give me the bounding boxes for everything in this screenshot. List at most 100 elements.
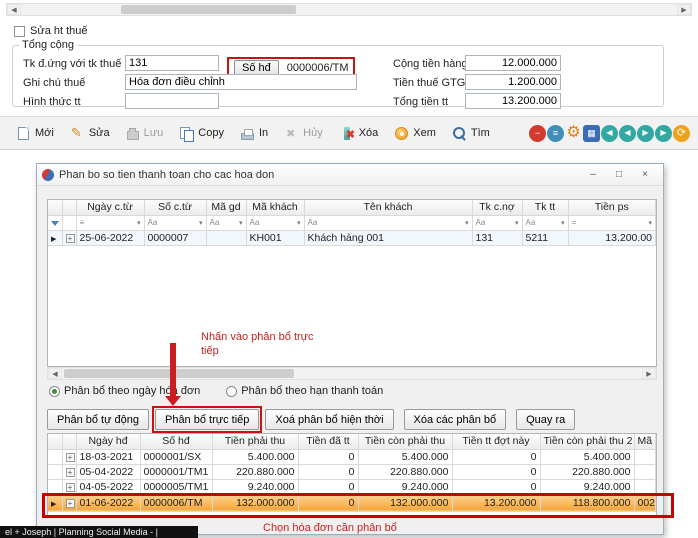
cell-ma-gd[interactable] — [206, 230, 246, 245]
grid1-col-tk-cno[interactable]: Tk c.nợ — [472, 200, 522, 215]
cell-tien-da-tt[interactable]: 0 — [298, 479, 358, 494]
grid1-col-ngay-ctu[interactable]: Ngày c.từ — [76, 200, 144, 215]
nav-first-icon[interactable]: ◀ — [601, 125, 618, 142]
scroll-right-icon[interactable]: ▶ — [642, 368, 656, 379]
cell-ngay-ctu[interactable]: 25-06-2022 — [76, 230, 144, 245]
nav-prev-icon[interactable]: ◀ — [619, 125, 636, 142]
grid1-col-tien-ps[interactable]: Tiền ps — [568, 200, 656, 215]
tien-thue-gtgt-input[interactable] — [465, 74, 561, 90]
cell-tk-tt[interactable]: 5211 — [522, 230, 568, 245]
cell-tien-con-phai-thu[interactable]: 5.400.000 — [358, 449, 452, 464]
tk-dung-input[interactable] — [125, 55, 219, 71]
tong-tien-tt-input[interactable] — [465, 93, 561, 109]
calculator-icon[interactable]: ▦ — [583, 125, 600, 142]
auto-allocate-button[interactable]: Phân bổ tự động — [47, 409, 149, 430]
cell-tien-con-phai-thu[interactable]: 220.880.000 — [358, 464, 452, 479]
scroll-track[interactable] — [21, 4, 677, 15]
cell-so-hd[interactable]: 0000005/TM1 — [140, 479, 212, 494]
print-button[interactable]: In — [232, 120, 276, 146]
scroll-left-icon[interactable]: ◀ — [48, 368, 62, 379]
ghi-chu-thue-input[interactable] — [125, 74, 357, 90]
grid2-col-so-hd[interactable]: Số hđ — [140, 434, 212, 449]
delete-button[interactable]: Xóa — [331, 120, 387, 146]
cell-ten-khach[interactable]: Khách hàng 001 — [304, 230, 472, 245]
minimize-button[interactable]: – — [580, 166, 606, 184]
cell-so-ctu[interactable]: 0000007 — [144, 230, 206, 245]
scroll-thumb[interactable] — [121, 5, 296, 14]
grid2-col-tien-tt-dot-nay[interactable]: Tiền tt đợt này — [452, 434, 540, 449]
cell-tien-tt-dot-nay[interactable]: 0 — [452, 464, 540, 479]
stop-icon[interactable]: − — [529, 125, 546, 142]
cell-ngay-hd[interactable]: 05-04-2022 — [76, 464, 140, 479]
grid1-filter-corner[interactable] — [48, 215, 62, 230]
settings-gear-icon[interactable]: ⚙ — [565, 125, 582, 142]
sua-ht-thue-checkbox[interactable] — [14, 26, 25, 37]
cell-tien-da-tt[interactable]: 0 — [298, 449, 358, 464]
grid2-col-tien-con-phai-thu[interactable]: Tiền còn phải thu — [358, 434, 452, 449]
cell-ngay-hd[interactable]: 04-05-2022 — [76, 479, 140, 494]
cell-ngay-hd[interactable]: 01-06-2022 — [76, 494, 140, 511]
cell-ma[interactable]: 002 — [634, 494, 656, 511]
scroll-left-icon[interactable]: ◀ — [7, 4, 21, 15]
cell-tk-cno[interactable]: 131 — [472, 230, 522, 245]
cell-tien-tt-dot-nay[interactable]: 0 — [452, 479, 540, 494]
view-button[interactable]: Xem — [386, 120, 444, 146]
cell-tien-con-phai-thu[interactable]: 132.000.000 — [358, 494, 452, 511]
nav-next-icon[interactable]: ▶ — [637, 125, 654, 142]
copy-button[interactable]: Copy — [171, 120, 232, 146]
cell-tien-con-phai-thu-2[interactable]: 9.240.000 — [540, 479, 634, 494]
cell-ma-khach[interactable]: KH001 — [246, 230, 304, 245]
cell-tien-con-phai-thu-2[interactable]: 220.880.000 — [540, 464, 634, 479]
cell-tien-phai-thu[interactable]: 9.240.000 — [212, 479, 298, 494]
cell-tien-con-phai-thu-2[interactable]: 5.400.000 — [540, 449, 634, 464]
new-button[interactable]: Mới — [8, 120, 62, 146]
edit-button[interactable]: Sửa — [62, 120, 118, 146]
grid2-col-ngay-hd[interactable]: Ngày hđ — [76, 434, 140, 449]
top-horizontal-scrollbar[interactable]: ◀ ▶ — [6, 3, 692, 16]
grid1-col-ten-khach[interactable]: Tên khách — [304, 200, 472, 215]
cell-tien-con-phai-thu[interactable]: 9.240.000 — [358, 479, 452, 494]
cell-so-hd[interactable]: 0000001/TM1 — [140, 464, 212, 479]
cell-tien-da-tt[interactable]: 0 — [298, 494, 358, 511]
find-button[interactable]: Tìm — [444, 120, 498, 146]
maximize-button[interactable]: □ — [606, 166, 632, 184]
save-button[interactable]: Lưu — [118, 120, 172, 146]
cell-tien-phai-thu[interactable]: 220.880.000 — [212, 464, 298, 479]
scroll-track[interactable] — [62, 368, 642, 379]
grid2-col-tien-phai-thu[interactable]: Tiền phải thu — [212, 434, 298, 449]
cancel-button[interactable]: Hủy — [276, 120, 331, 146]
cell-tien-phai-thu[interactable]: 5.400.000 — [212, 449, 298, 464]
cong-tien-hang-input[interactable] — [465, 55, 561, 71]
hinh-thuc-tt-input[interactable] — [125, 93, 219, 109]
cell-so-hd[interactable]: 0000001/SX — [140, 449, 212, 464]
cell-tien-da-tt[interactable]: 0 — [298, 464, 358, 479]
grid1-col-so-ctu[interactable]: Số c.từ — [144, 200, 206, 215]
cell-ma[interactable] — [634, 479, 656, 494]
scroll-right-icon[interactable]: ▶ — [677, 4, 691, 15]
cell-ngay-hd[interactable]: 18-03-2021 — [76, 449, 140, 464]
gr2-col-ma[interactable]: Mã — [634, 434, 656, 449]
cell-so-hd[interactable]: 0000006/TM — [140, 494, 212, 511]
grid2-col-tien-da-tt[interactable]: Tiền đã tt — [298, 434, 358, 449]
cell-tien-tt-dot-nay[interactable]: 13.200.000 — [452, 494, 540, 511]
grid1-col-tk-tt[interactable]: Tk tt — [522, 200, 568, 215]
grid1-col-ma-gd[interactable]: Mã gd — [206, 200, 246, 215]
clear-all-allocations-button[interactable]: Xóa các phân bổ — [404, 409, 507, 430]
clear-current-allocation-button[interactable]: Xoá phân bổ hiện thời — [265, 409, 393, 430]
radio-by-due-date[interactable]: Phân bổ theo hạn thanh toán — [226, 385, 383, 397]
cell-ma[interactable] — [634, 449, 656, 464]
taskbar-window-fragment[interactable]: el + Joseph | Planning Social Media - | — [0, 526, 198, 538]
grid2-col-tien-con-phai-thu-2[interactable]: Tiền còn phải thu 2 — [540, 434, 634, 449]
dialog-titlebar[interactable]: Phan bo so tien thanh toan cho cac hoa d… — [37, 164, 663, 186]
exit-button[interactable]: Quay ra — [516, 409, 575, 430]
close-button[interactable]: × — [632, 166, 658, 184]
nav-last-icon[interactable]: ▶ — [655, 125, 672, 142]
cell-tien-phai-thu[interactable]: 132.000.000 — [212, 494, 298, 511]
refresh-icon[interactable]: ⟳ — [673, 125, 690, 142]
direct-allocate-button[interactable]: Phân bổ trực tiếp — [155, 409, 259, 430]
grid1-horizontal-scrollbar[interactable]: ◀ ▶ — [47, 367, 657, 380]
list-icon[interactable]: ≡ — [547, 125, 564, 142]
grid1-col-ma-khach[interactable]: Mã khách — [246, 200, 304, 215]
cell-tien-tt-dot-nay[interactable]: 0 — [452, 449, 540, 464]
cell-tien-ps[interactable]: 13.200.00 — [568, 230, 656, 245]
